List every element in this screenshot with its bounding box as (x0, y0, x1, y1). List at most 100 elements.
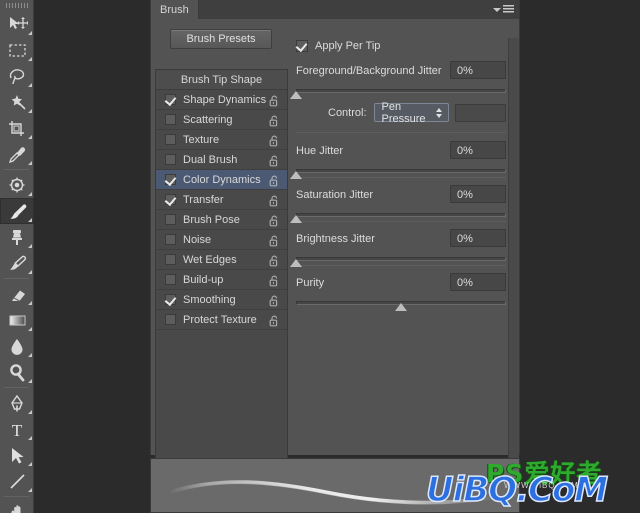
slider-thumb[interactable] (290, 215, 302, 223)
slider-track[interactable] (296, 213, 506, 217)
dodge-tool-icon[interactable] (0, 359, 34, 385)
brush-option-row[interactable]: Color Dynamics (156, 170, 287, 190)
type-tool-icon[interactable]: T (0, 416, 34, 442)
slider-track[interactable] (296, 169, 506, 173)
eraser-tool-icon[interactable] (0, 281, 34, 307)
brush-option-row[interactable]: Dual Brush (156, 150, 287, 170)
control-secondary-field[interactable] (454, 103, 506, 122)
brush-option-row[interactable]: Build-up (156, 270, 287, 290)
brush-option-row[interactable]: Wet Edges (156, 250, 287, 270)
rectangular-marquee-icon[interactable] (0, 37, 34, 63)
crop-tool-icon[interactable] (0, 115, 34, 141)
brush-option-checkbox[interactable] (165, 214, 176, 225)
brush-option-row[interactable]: Smoothing (156, 290, 287, 310)
tools-panel: T (0, 0, 34, 513)
brush-option-row[interactable]: Texture (156, 130, 287, 150)
brush-option-checkbox[interactable] (165, 134, 176, 145)
brush-option-checkbox[interactable] (165, 294, 176, 305)
slider-value-field[interactable]: 0% (450, 273, 506, 291)
slider-thumb[interactable] (290, 91, 302, 99)
brush-option-row[interactable]: Noise (156, 230, 287, 250)
brush-option-row[interactable]: Brush Pose (156, 210, 287, 230)
tab-brush[interactable]: Brush (151, 0, 199, 19)
brush-tool-icon[interactable] (0, 198, 34, 224)
slider-value-field[interactable]: 0% (450, 61, 506, 79)
slider-track-area[interactable] (290, 256, 506, 267)
blur-tool-icon[interactable] (0, 333, 34, 359)
slider-track-area[interactable] (290, 212, 506, 223)
line-tool-icon[interactable] (0, 468, 34, 494)
lock-open-icon[interactable] (269, 314, 280, 332)
brush-option-checkbox[interactable] (165, 314, 176, 325)
history-brush-icon[interactable] (0, 250, 34, 276)
lock-open-icon (269, 315, 278, 327)
spot-healing-brush-icon[interactable] (0, 172, 34, 198)
tool-flyout-indicator (28, 135, 32, 139)
brush-option-label: Scattering (183, 113, 233, 126)
brush-option-checkbox[interactable] (165, 94, 176, 105)
tab-bar-empty (198, 0, 519, 19)
slider-group: Purity 0% (296, 273, 506, 311)
apply-per-tip-row[interactable]: Apply Per Tip (296, 40, 380, 52)
brush-option-label: Transfer (183, 193, 224, 206)
lock-open-icon (269, 95, 278, 107)
slider-thumb[interactable] (395, 303, 407, 311)
brush-option-row[interactable]: Protect Texture (156, 310, 287, 330)
slider-value-field[interactable]: 0% (450, 229, 506, 247)
control-dropdown[interactable]: Pen Pressure (373, 101, 449, 125)
path-selection-icon[interactable] (0, 442, 34, 468)
lasso-tool-icon[interactable] (0, 63, 34, 89)
panel-menu-icon[interactable] (493, 3, 515, 16)
move-tool-icon[interactable] (0, 11, 34, 37)
brush-option-row[interactable]: Scattering (156, 110, 287, 130)
hand-tool-icon[interactable] (0, 499, 34, 513)
brush-option-checkbox[interactable] (165, 274, 176, 285)
eyedropper-icon[interactable] (0, 141, 34, 167)
clone-stamp-icon[interactable] (0, 224, 34, 250)
control-row: Control: Pen Pressure (296, 101, 506, 125)
tool-flyout-indicator (28, 57, 32, 61)
brush-option-checkbox[interactable] (165, 234, 176, 245)
slider-thumb[interactable] (290, 259, 302, 267)
apply-per-tip-checkbox[interactable] (296, 40, 308, 52)
drag-dots-icon (5, 3, 28, 8)
lock-open-icon (269, 255, 278, 267)
tool-flyout-indicator (28, 83, 32, 87)
magic-wand-icon[interactable] (0, 89, 34, 115)
slider-label-row: Purity 0% (296, 273, 506, 293)
slider-group: Brightness Jitter 0% (290, 229, 506, 267)
brush-option-checkbox[interactable] (165, 114, 176, 125)
chevron-down-icon (493, 7, 501, 12)
gradient-tool-icon[interactable] (0, 307, 34, 333)
tool-flyout-indicator (28, 327, 32, 331)
slider-value-field[interactable]: 0% (450, 141, 506, 159)
slider-group: Foreground/Background Jitter 0% (290, 61, 506, 99)
slider-thumb[interactable] (290, 171, 302, 179)
brush-option-checkbox[interactable] (165, 174, 176, 185)
pen-tool-icon[interactable] (0, 390, 34, 416)
brush-tip-shape-header[interactable]: Brush Tip Shape (156, 70, 287, 90)
stepper-arrows-icon[interactable] (435, 108, 442, 118)
slider-value-field[interactable]: 0% (450, 185, 506, 203)
brush-option-checkbox[interactable] (165, 254, 176, 265)
brush-option-label: Dual Brush (183, 153, 238, 166)
brush-option-checkbox[interactable] (165, 194, 176, 205)
slider-track[interactable] (296, 89, 506, 93)
lock-open-icon (269, 275, 278, 287)
color-dynamics-controls: Apply Per Tip Foreground/Background Jitt… (290, 19, 506, 455)
slider-track-area[interactable] (296, 300, 506, 311)
toolbar-separator (4, 496, 29, 497)
lock-open-icon (269, 215, 278, 227)
slider-track-area[interactable] (290, 168, 506, 179)
slider-label: Purity (296, 277, 325, 289)
slider-track[interactable] (296, 257, 506, 261)
brush-option-label: Build-up (183, 273, 224, 286)
brush-option-row[interactable]: Transfer (156, 190, 287, 210)
toolbar-drag-handle[interactable] (0, 0, 33, 11)
slider-track-area[interactable] (290, 88, 506, 99)
brush-presets-button[interactable]: Brush Presets (170, 29, 272, 49)
brush-option-checkbox[interactable] (165, 154, 176, 165)
hamburger-icon (503, 5, 514, 14)
brush-option-row[interactable]: Shape Dynamics (156, 90, 287, 110)
slider-label: Hue Jitter (296, 145, 344, 157)
